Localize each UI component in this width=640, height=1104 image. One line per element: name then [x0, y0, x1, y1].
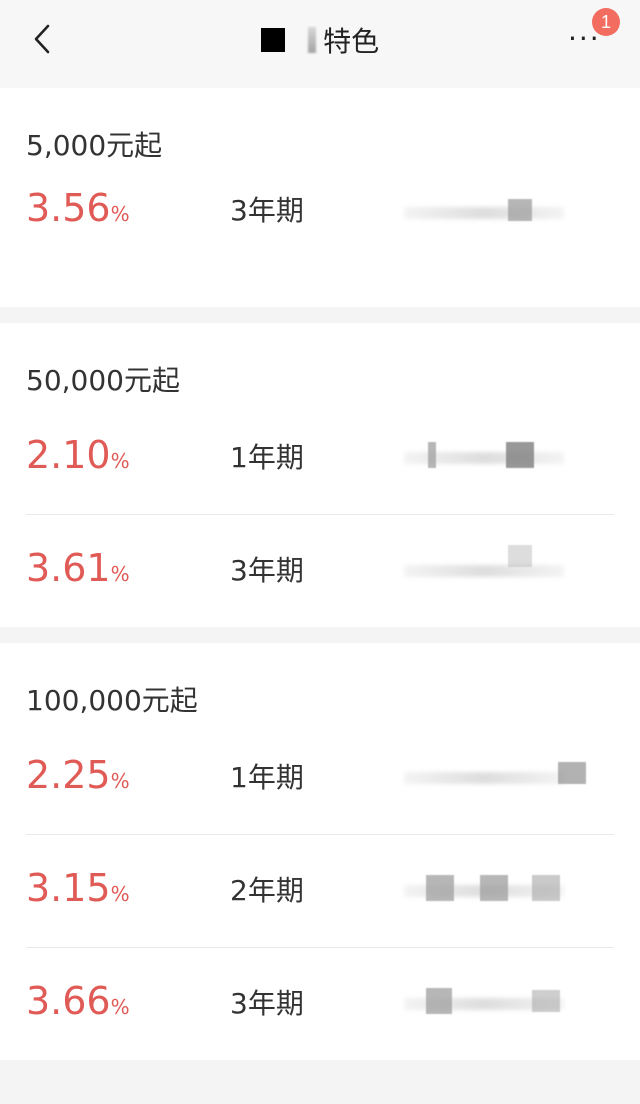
term-label: 1年期: [230, 441, 304, 474]
redacted-info: [404, 758, 586, 790]
section-100000: 100,000元起 2.25% 1年期 3.15% 2年期 3.66% 3年期: [0, 643, 640, 1060]
redacted-block: [260, 28, 285, 52]
rate-value: 2.25%: [26, 753, 130, 797]
redacted-info: [404, 438, 584, 470]
rate-value: 3.56%: [26, 186, 130, 230]
list-item[interactable]: 3.61% 3年期: [26, 515, 614, 627]
term-label: 3年期: [230, 194, 304, 227]
redacted-info: [404, 193, 584, 225]
term-label: 1年期: [230, 761, 304, 794]
section-title: 100,000元起: [26, 684, 198, 717]
page-title-area: 特色: [0, 20, 640, 60]
redacted-info: [404, 545, 584, 583]
rate-value: 3.15%: [26, 866, 130, 910]
section-title: 5,000元起: [26, 129, 163, 162]
term-label: 3年期: [230, 554, 304, 587]
section-5000: 5,000元起 3.56% 3年期: [0, 88, 640, 307]
rate-value: 2.10%: [26, 433, 130, 477]
section-title: 50,000元起: [26, 364, 180, 397]
list-item[interactable]: 3.56% 3年期: [26, 167, 614, 307]
list-item[interactable]: 2.10% 1年期: [26, 402, 614, 515]
list-item[interactable]: 3.15% 2年期: [26, 835, 614, 948]
rate-value: 3.61%: [26, 546, 130, 590]
redacted-info: [404, 984, 584, 1016]
notification-badge: 1: [592, 8, 620, 36]
list-item[interactable]: 2.25% 1年期: [26, 722, 614, 835]
top-nav-bar: 特色 ··· 1: [0, 0, 640, 88]
redacted-blur: [307, 27, 316, 53]
page-title: 特色: [323, 25, 380, 58]
list-item[interactable]: 3.66% 3年期: [26, 948, 614, 1060]
section-50000: 50,000元起 2.10% 1年期 3.61% 3年期: [0, 323, 640, 627]
redacted-info: [404, 871, 584, 903]
term-label: 2年期: [230, 874, 304, 907]
term-label: 3年期: [230, 987, 304, 1020]
rate-value: 3.66%: [26, 979, 130, 1023]
